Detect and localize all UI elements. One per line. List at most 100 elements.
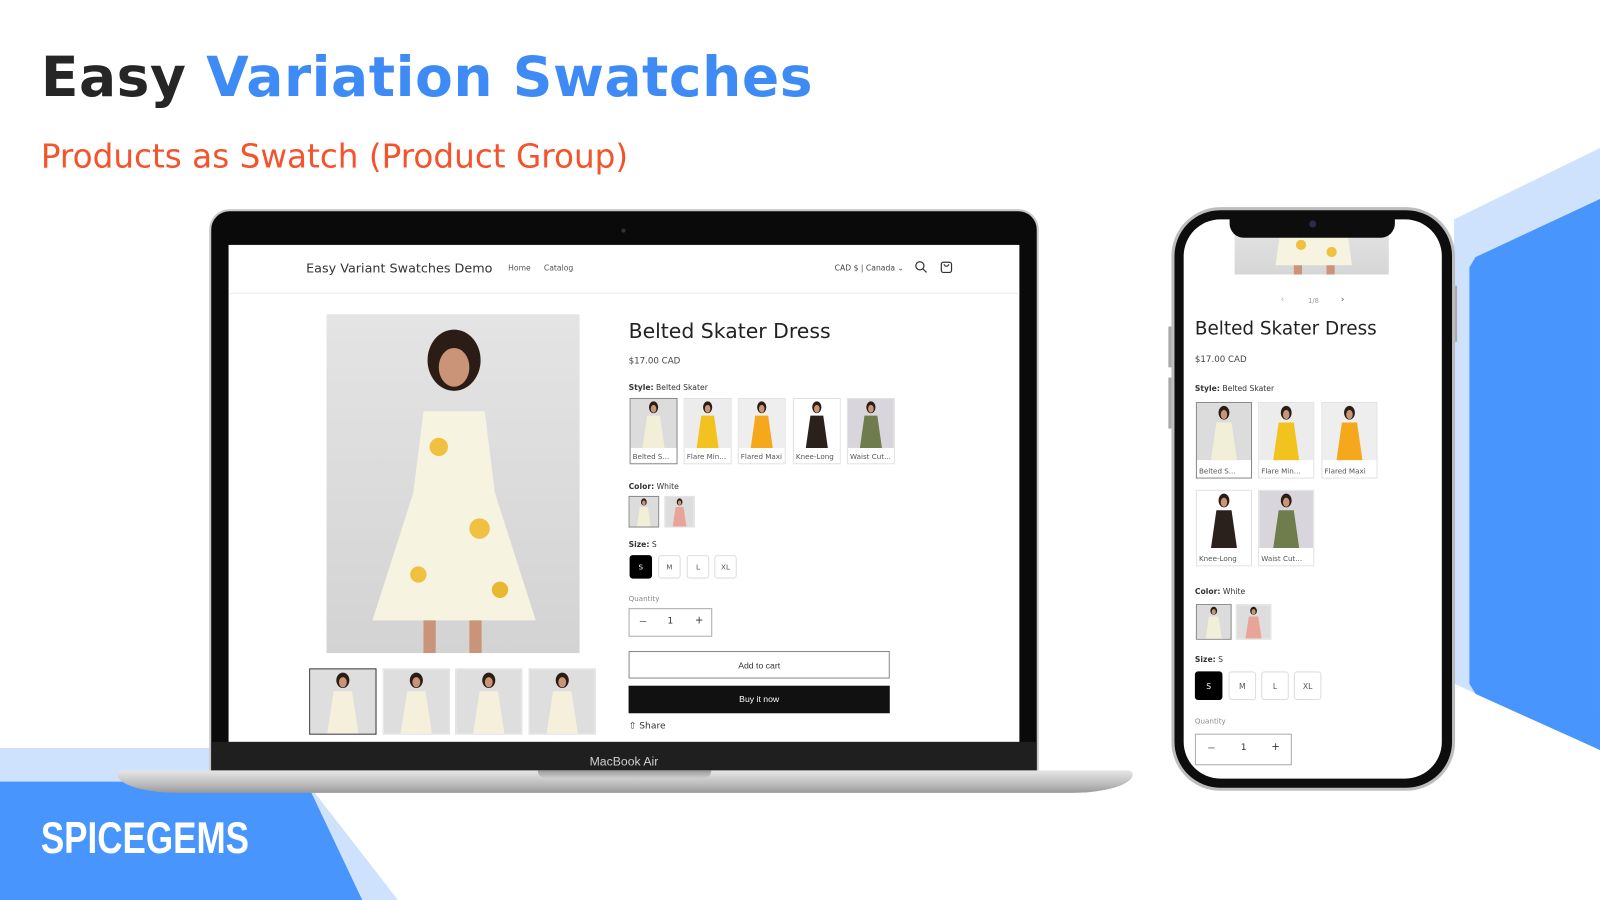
heading-part1: Easy	[40, 44, 187, 110]
product-thumbnail[interactable]	[309, 668, 377, 735]
main-product-image[interactable]	[326, 314, 580, 654]
header-divider	[228, 292, 1020, 294]
swatch-image	[793, 398, 840, 448]
quantity-decrease-button[interactable]: −	[1207, 743, 1216, 754]
swatch-label: Flare Min...	[686, 453, 727, 462]
size-option-s[interactable]: S	[629, 555, 653, 579]
swatch-label: Belted S...	[1198, 467, 1236, 476]
phone-style-option-label: Style: Belted Skater	[1195, 384, 1274, 393]
swatch-image	[1322, 403, 1377, 461]
style-value: Belted Skater	[656, 382, 708, 392]
style-swatch[interactable]: Waist Cut...	[846, 397, 895, 465]
quantity-decrease-button[interactable]: −	[639, 616, 648, 627]
size-option-xl[interactable]: XL	[1293, 671, 1322, 700]
quantity-input[interactable]: 1	[667, 616, 673, 626]
add-to-cart-button[interactable]: Add to cart	[628, 651, 890, 679]
size-option-m[interactable]: M	[658, 555, 681, 579]
color-swatch-white[interactable]	[1195, 604, 1232, 640]
product-title: Belted Skater Dress	[628, 318, 831, 343]
swatch-image	[1196, 403, 1252, 461]
buy-now-button[interactable]: Buy it now	[628, 685, 890, 714]
product-thumbnail[interactable]	[528, 668, 596, 735]
nav-home[interactable]: Home	[508, 263, 531, 272]
swatch-image	[1259, 403, 1314, 461]
quantity-stepper[interactable]: − 1 +	[628, 608, 713, 637]
pager-next-button[interactable]: ›	[1341, 295, 1345, 305]
swatch-label: Flared Maxi	[1324, 467, 1366, 476]
swatch-image	[665, 496, 694, 527]
style-label: Style:	[628, 382, 654, 392]
quantity-label: Quantity	[628, 594, 660, 604]
style-swatch[interactable]: Knee-Long	[1195, 489, 1253, 567]
swatch-image	[1196, 605, 1231, 639]
pager-prev-button[interactable]: ‹	[1281, 295, 1285, 305]
laptop-camera	[621, 228, 626, 233]
phone-camera	[1309, 220, 1317, 228]
phone-color-option-label: Color: White	[1195, 587, 1245, 596]
swatch-label: Knee-Long	[795, 453, 834, 462]
size-value: S	[1218, 655, 1224, 665]
style-label: Style:	[1194, 383, 1220, 393]
phone-size-option-label: Size: S	[1195, 655, 1223, 664]
pager-count: 1/8	[1308, 296, 1319, 306]
size-option-l[interactable]: L	[1261, 671, 1289, 700]
swatch-image	[629, 496, 659, 527]
share-button[interactable]: ⇧ Share	[629, 721, 666, 731]
swatch-label: Flare Min...	[1261, 467, 1301, 476]
style-option-label: Style: Belted Skater	[629, 383, 708, 392]
swatch-image	[1236, 605, 1271, 639]
phone-quantity-label: Quantity	[1194, 717, 1226, 726]
share-label: Share	[639, 721, 666, 732]
style-swatch[interactable]: Flare Min...	[683, 397, 732, 465]
cart-icon[interactable]	[940, 260, 953, 274]
color-label: Color:	[1194, 586, 1221, 596]
color-value: White	[656, 481, 679, 491]
color-value: White	[1222, 586, 1246, 596]
currency-selector[interactable]: CAD $ | Canada ⌄	[835, 263, 904, 272]
quantity-input[interactable]: 1	[1241, 743, 1247, 753]
search-icon[interactable]	[914, 260, 927, 273]
color-swatch-pink[interactable]	[664, 495, 695, 528]
page-heading: Easy Variation Swatches	[41, 45, 813, 109]
product-price: $17.00 CAD	[628, 356, 681, 367]
color-option-label: Color: White	[629, 482, 679, 491]
size-option-l[interactable]: L	[686, 555, 710, 579]
swatch-label: Flared Maxi	[740, 453, 783, 462]
style-swatch[interactable]: Belted S...	[629, 397, 678, 465]
style-swatch[interactable]: Flared Maxi	[1321, 402, 1378, 479]
color-swatch-pink[interactable]	[1235, 604, 1272, 640]
swatch-image	[847, 398, 894, 448]
page-subtitle: Products as Swatch (Product Group)	[40, 136, 629, 176]
spicegems-logo: SPICEGEMS	[40, 813, 250, 864]
product-thumbnail[interactable]	[382, 668, 450, 735]
quantity-increase-button[interactable]: +	[1271, 742, 1280, 753]
swatch-image	[738, 398, 785, 448]
currency-label: CAD $ | Canada	[834, 263, 896, 273]
color-swatch-white[interactable]	[628, 495, 660, 528]
phone-screen: ‹ 1/8 › Belted Skater Dress $17.00 CAD S…	[1183, 219, 1442, 779]
nav-catalog[interactable]: Catalog	[544, 263, 573, 272]
size-label: Size:	[1194, 655, 1216, 665]
style-swatch[interactable]: Belted S...	[1195, 402, 1253, 479]
size-option-m[interactable]: M	[1228, 671, 1257, 700]
style-swatch[interactable]: Flared Maxi	[737, 397, 786, 465]
style-swatch[interactable]: Waist Cut...	[1258, 489, 1315, 567]
swatch-image	[630, 398, 677, 448]
swatch-label: Belted S...	[632, 453, 670, 462]
size-option-s[interactable]: S	[1194, 671, 1223, 700]
product-thumbnail[interactable]	[455, 668, 523, 735]
size-option-xl[interactable]: XL	[714, 555, 737, 579]
heading-part2: Variation Swatches	[206, 44, 814, 110]
store-name[interactable]: Easy Variant Swatches Demo	[306, 260, 492, 275]
chevron-down-icon: ⌄	[897, 263, 904, 273]
phone-product-price: $17.00 CAD	[1194, 355, 1247, 366]
swatch-label: Waist Cut...	[1261, 555, 1303, 564]
phone-product-title: Belted Skater Dress	[1194, 318, 1377, 340]
quantity-increase-button[interactable]: +	[695, 615, 704, 626]
style-value: Belted Skater	[1222, 383, 1275, 393]
color-label: Color:	[628, 481, 655, 491]
share-icon: ⇧	[628, 721, 637, 732]
style-swatch[interactable]: Knee-Long	[792, 397, 841, 465]
phone-quantity-stepper[interactable]: − 1 +	[1194, 733, 1292, 766]
style-swatch[interactable]: Flare Min...	[1258, 402, 1315, 479]
